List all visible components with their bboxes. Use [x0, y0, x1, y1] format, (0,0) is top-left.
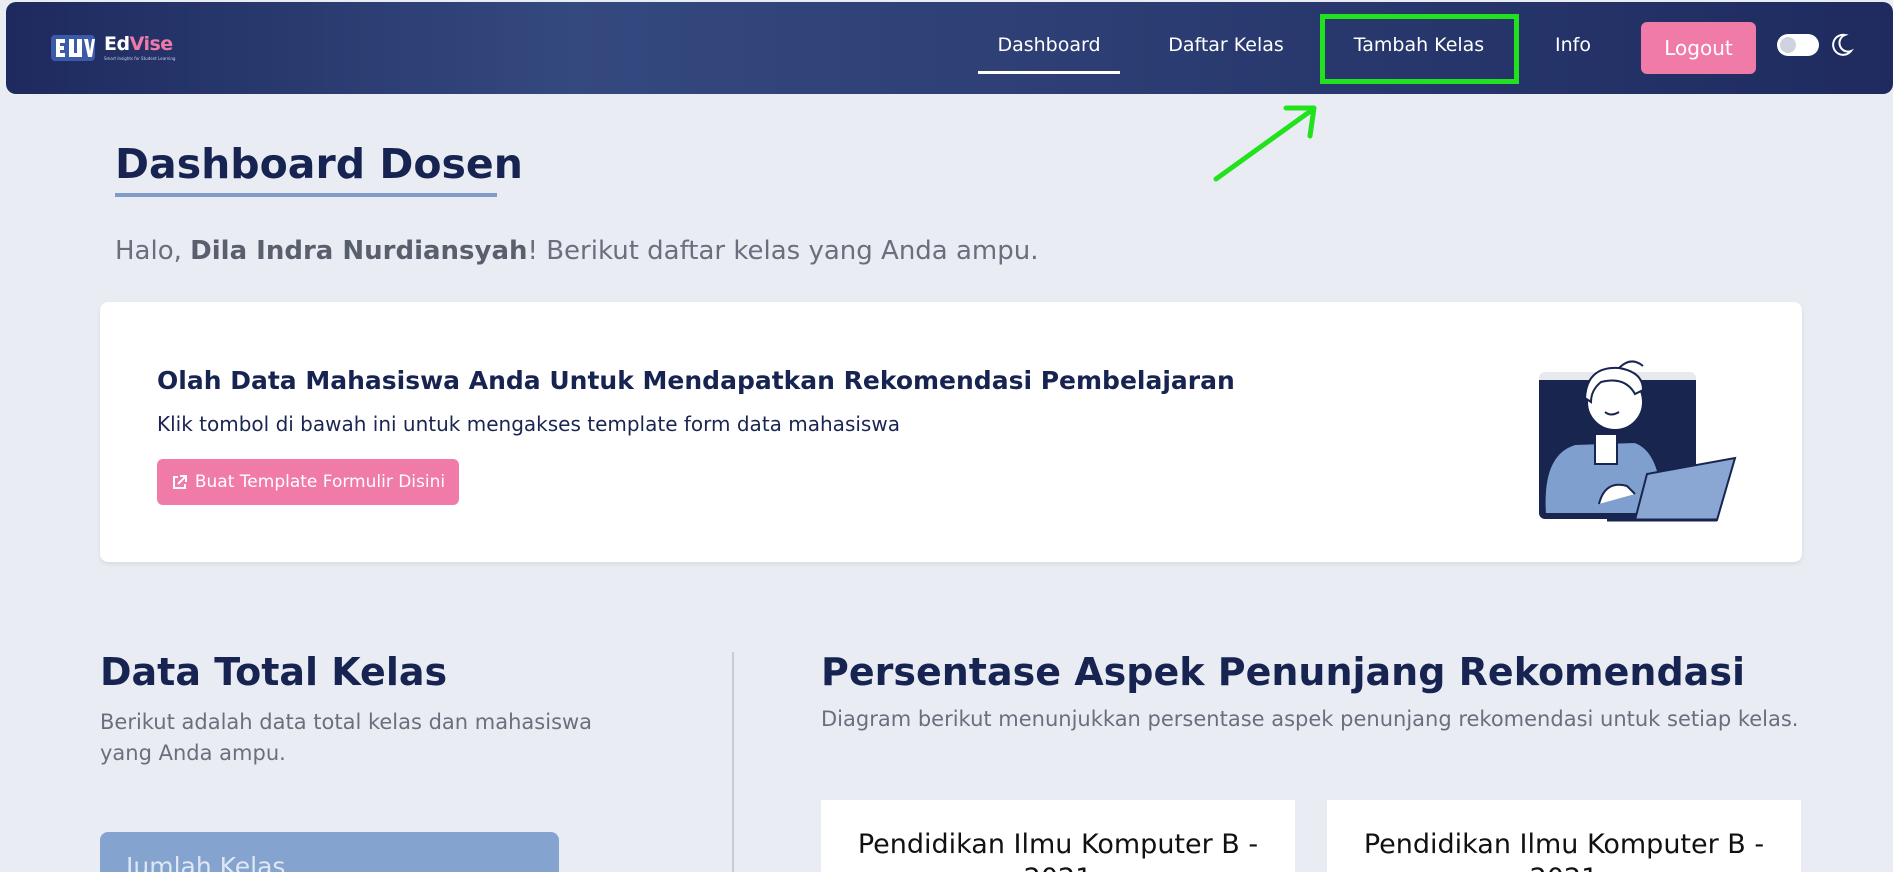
brand-name-part2: Vise	[129, 33, 174, 55]
brand-name: EdVise Smart Insights for Student Learni…	[104, 33, 176, 62]
total-section-description: Berikut adalah data total kelas dan maha…	[100, 710, 593, 765]
toggle-knob	[1780, 37, 1796, 53]
external-link-icon	[172, 474, 187, 489]
stat-card-label: Jumlah Kelas	[126, 852, 286, 872]
navbar: EdVise Smart Insights for Student Learni…	[6, 2, 1893, 94]
greeting-suffix: ! Berikut daftar kelas yang Anda ampu.	[527, 236, 1039, 266]
brand-name-part1: Ed	[104, 33, 130, 55]
brand-tagline: Smart Insights for Student Learning	[104, 56, 176, 61]
logo-icon	[50, 32, 98, 64]
create-template-button[interactable]: Buat Template Formulir Disini	[157, 459, 459, 505]
promo-card-subtitle: Klik tombol di bawah ini untuk mengakses…	[157, 412, 900, 436]
nav-daftar-kelas[interactable]: Daftar Kelas	[1163, 34, 1289, 56]
aspect-section-title: Persentase Aspek Penunjang Rekomendasi	[821, 650, 1745, 694]
user-name: Dila Indra Nurdiansyah	[190, 236, 528, 266]
greeting-prefix: Halo,	[115, 236, 191, 266]
class-chart-card: Pendidikan Ilmu Komputer B - 2021	[821, 800, 1295, 872]
stat-card-jumlah-kelas: Jumlah Kelas	[100, 832, 559, 872]
moon-icon[interactable]	[1828, 32, 1854, 58]
nav-info[interactable]: Info	[1548, 34, 1598, 56]
promo-card-title: Olah Data Mahasiswa Anda Untuk Mendapatk…	[157, 366, 1235, 395]
total-section-title: Data Total Kelas	[100, 650, 448, 694]
class-card-title: Pendidikan Ilmu Komputer B - 2021	[1363, 829, 1765, 872]
page-title: Dashboard Dosen	[115, 140, 523, 188]
nav-active-indicator	[978, 71, 1120, 74]
highlight-box	[1320, 14, 1519, 84]
logout-button[interactable]: Logout	[1641, 22, 1756, 74]
student-laptop-illustration	[1539, 360, 1737, 522]
title-underline	[115, 193, 497, 197]
section-divider	[732, 652, 734, 872]
annotation-arrow-icon	[1213, 105, 1317, 182]
create-template-label: Buat Template Formulir Disini	[194, 472, 446, 492]
promo-card: Olah Data Mahasiswa Anda Untuk Mendapatk…	[100, 302, 1802, 562]
nav-dashboard[interactable]: Dashboard	[978, 34, 1120, 56]
class-chart-card: Pendidikan Ilmu Komputer B - 2021	[1327, 800, 1801, 872]
aspect-section-description: Diagram berikut menunjukkan persentase a…	[821, 707, 1799, 731]
greeting-text: Halo, Dila Indra Nurdiansyah! Berikut da…	[115, 236, 1039, 266]
brand-logo[interactable]: EdVise Smart Insights for Student Learni…	[50, 32, 175, 64]
theme-toggle[interactable]	[1777, 34, 1819, 56]
class-card-title: Pendidikan Ilmu Komputer B - 2021	[857, 829, 1259, 872]
